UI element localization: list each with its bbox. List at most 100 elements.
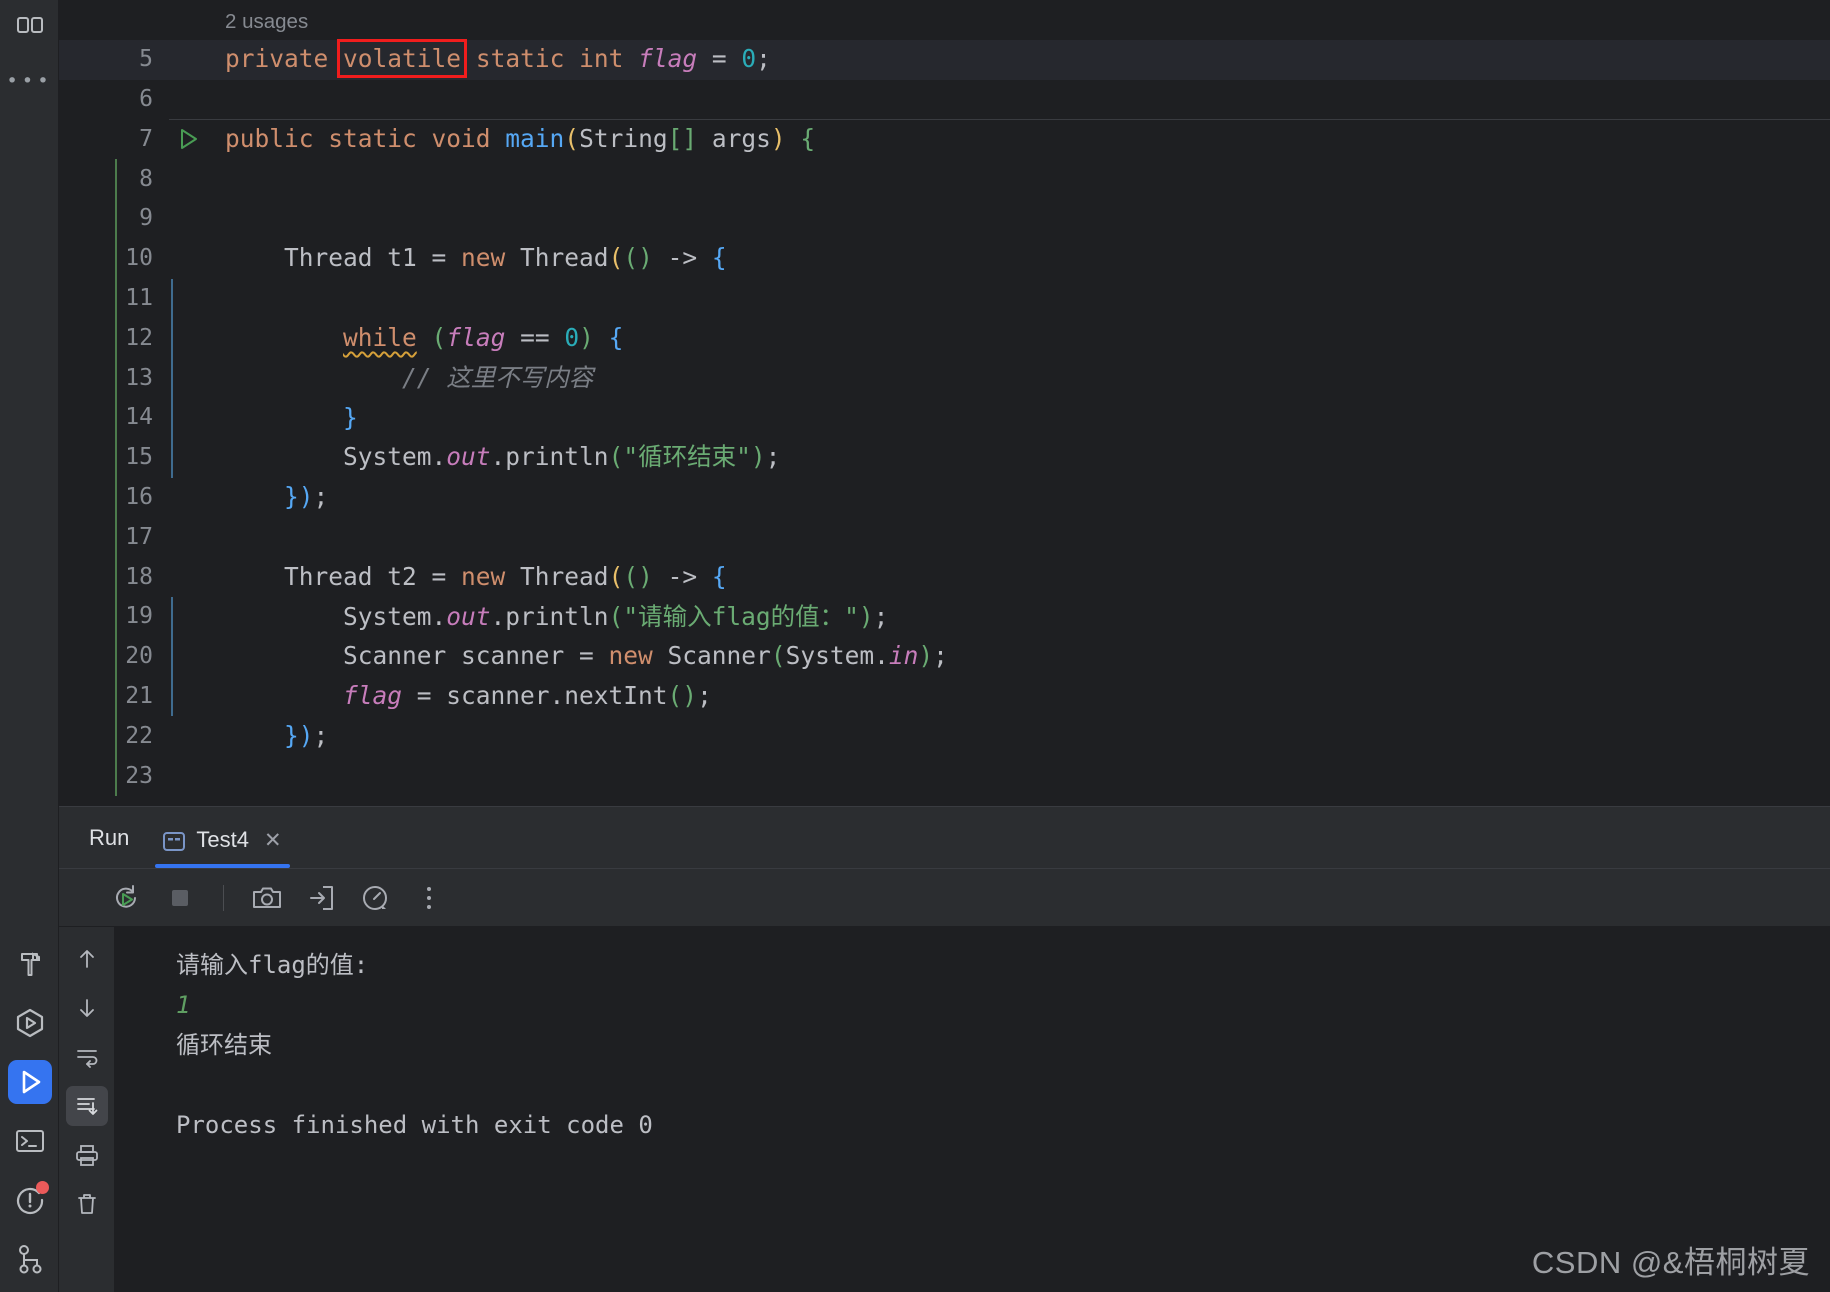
brace-open: { bbox=[711, 561, 727, 591]
console-side-toolbar bbox=[59, 927, 114, 1292]
code-row-15: 15 System.out.println("循环结束"); bbox=[59, 437, 1830, 478]
console-exit-line: Process finished with exit code 0 bbox=[176, 1111, 653, 1139]
literal-zero: 0 bbox=[741, 44, 757, 74]
semicolon: ; bbox=[873, 601, 889, 631]
code-line-15: System.out.println("循环结束"); bbox=[115, 437, 1830, 478]
keyword-new: new bbox=[461, 561, 506, 591]
line-number: 18 bbox=[125, 563, 153, 590]
print-icon[interactable] bbox=[66, 1135, 108, 1175]
run-play-icon bbox=[7, 1059, 52, 1104]
line-number: 15 bbox=[125, 444, 153, 471]
run-tab-test4[interactable]: Test4 ✕ bbox=[149, 827, 295, 868]
code-row-5: 5 private volatile static int flag = 0; bbox=[59, 39, 1830, 80]
line-number: 23 bbox=[125, 762, 153, 789]
brace-close: } bbox=[343, 402, 358, 432]
code-editor[interactable]: 2 usages 5 private volatile static int f… bbox=[59, 0, 1830, 806]
problems-badge bbox=[36, 1181, 49, 1194]
decl-thread-t2: Thread t2 = bbox=[284, 561, 462, 591]
stop-icon[interactable] bbox=[163, 881, 197, 915]
method-println: .println bbox=[490, 601, 609, 631]
code-row-17: 17 bbox=[59, 517, 1830, 558]
watermark: CSDN @&梧桐树夏 bbox=[1531, 1245, 1810, 1280]
services-hexagon-play-icon bbox=[8, 1001, 52, 1045]
paren-open: ( bbox=[608, 243, 624, 273]
line-number: 21 bbox=[125, 682, 153, 709]
decl-scanner: Scanner scanner = bbox=[343, 641, 609, 671]
sidebar-item-build[interactable] bbox=[0, 934, 59, 993]
terminal-icon bbox=[8, 1119, 52, 1163]
keyword-while: while bbox=[343, 323, 417, 353]
run-window-title: Run bbox=[89, 825, 130, 850]
sidebar-item-services[interactable] bbox=[0, 993, 59, 1052]
code-line-22: }); bbox=[115, 716, 1830, 757]
semicolon: ; bbox=[933, 641, 948, 671]
brace-open: { bbox=[711, 243, 727, 273]
sidebar-item-run[interactable] bbox=[0, 1052, 59, 1111]
type-string: String bbox=[579, 124, 668, 154]
code-row-23: 23 bbox=[59, 756, 1830, 796]
keyword-new: new bbox=[461, 243, 506, 273]
code-lines: 2 usages 5 private volatile static int f… bbox=[59, 0, 1830, 796]
literal-zero: 0 bbox=[564, 323, 580, 353]
keyword-new: new bbox=[608, 641, 653, 671]
code-row-20: 20 Scanner scanner = new Scanner(System.… bbox=[59, 636, 1830, 677]
keyword-public-static-void: public static void bbox=[225, 124, 491, 154]
usages-hint[interactable]: 2 usages bbox=[225, 10, 308, 33]
paren-close: ) bbox=[750, 442, 766, 472]
sidebar-item-version-control[interactable] bbox=[0, 1229, 59, 1288]
import-arrow-icon[interactable] bbox=[304, 881, 338, 915]
field-flag: flag bbox=[343, 681, 403, 711]
more-options-icon[interactable]: ••• bbox=[0, 54, 59, 108]
soft-wrap-icon[interactable] bbox=[66, 1037, 108, 1077]
line-number: 7 bbox=[139, 125, 153, 152]
code-line-12: while (flag == 0) { bbox=[115, 318, 1830, 359]
code-line-21: flag = scanner.nextInt(); bbox=[115, 676, 1830, 717]
code-line-18: Thread t2 = new Thread(() -> { bbox=[115, 557, 1830, 597]
line-number: 13 bbox=[125, 364, 153, 391]
apps-grid-icon[interactable] bbox=[0, 0, 59, 54]
trash-icon[interactable] bbox=[66, 1184, 108, 1224]
gutter-run-icon[interactable] bbox=[169, 126, 221, 152]
ctor-thread: Thread bbox=[505, 561, 609, 591]
sidebar-item-problems[interactable] bbox=[0, 1170, 59, 1229]
operator-eqeq: == bbox=[505, 323, 565, 353]
comment-line: // 这里不写内容 bbox=[402, 362, 594, 392]
lambda-parens: () bbox=[623, 561, 653, 591]
profiler-gauge-icon[interactable] bbox=[358, 881, 392, 915]
console-prompt-line: 请输入flag的值: bbox=[176, 951, 369, 979]
code-row-7: 7 public static void main(String[] args)… bbox=[59, 119, 1830, 159]
code-row-6: 6 bbox=[59, 80, 1830, 120]
system-ref: System. bbox=[343, 601, 447, 631]
semicolon: ; bbox=[313, 720, 329, 750]
code-line-19: System.out.println("请输入flag的值："); bbox=[115, 596, 1830, 637]
brace-open: { bbox=[608, 323, 624, 353]
ctor-scanner: Scanner bbox=[652, 641, 771, 671]
code-line-20: Scanner scanner = new Scanner(System.in)… bbox=[115, 636, 1830, 677]
code-row-14: 14 } bbox=[59, 397, 1830, 438]
scroll-to-end-icon[interactable] bbox=[65, 1086, 108, 1126]
line-number: 5 bbox=[139, 46, 153, 73]
rerun-icon[interactable] bbox=[109, 881, 143, 915]
code-line-5: private volatile static int flag = 0; bbox=[221, 39, 1830, 79]
code-row-8: 8 bbox=[59, 159, 1830, 199]
brace-close: }) bbox=[284, 720, 314, 750]
line-number: 11 bbox=[125, 284, 153, 311]
field-out: out bbox=[446, 601, 491, 631]
paren-open: ( bbox=[608, 442, 624, 472]
code-line-14: } bbox=[115, 397, 1830, 438]
build-icon bbox=[8, 942, 52, 986]
line-number: 19 bbox=[125, 603, 153, 630]
camera-icon[interactable] bbox=[250, 881, 284, 915]
paren-open: ( bbox=[770, 641, 786, 671]
arrow-down-icon[interactable] bbox=[66, 988, 108, 1028]
operator-equals: = bbox=[711, 44, 727, 74]
paren-open: ( bbox=[608, 561, 624, 591]
code-row-11: 11 bbox=[59, 278, 1830, 319]
more-vertical-icon[interactable] bbox=[412, 881, 446, 915]
close-icon[interactable]: ✕ bbox=[264, 828, 282, 853]
code-row-12: 12 while (flag == 0) { bbox=[59, 318, 1830, 359]
param-args: args bbox=[697, 124, 771, 154]
arrow-up-icon[interactable] bbox=[66, 939, 108, 979]
sidebar-item-terminal[interactable] bbox=[0, 1111, 59, 1170]
